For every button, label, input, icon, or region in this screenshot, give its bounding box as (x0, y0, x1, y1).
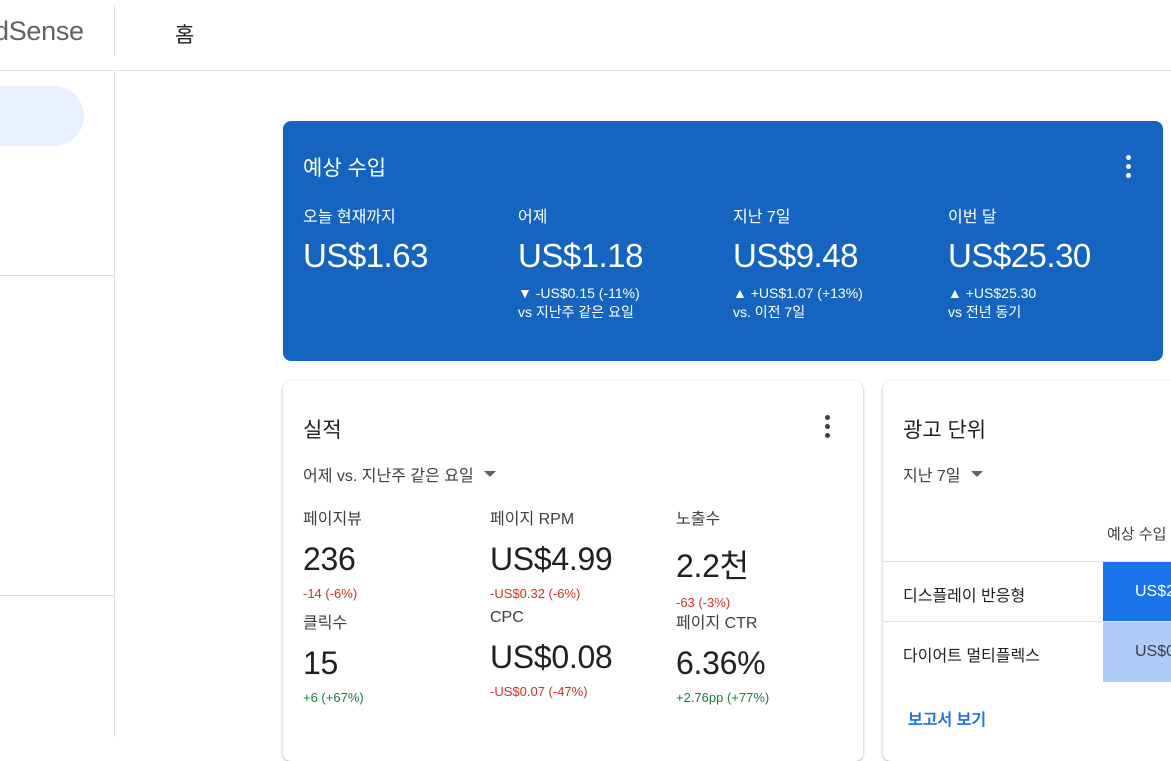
metric-cpc[interactable]: CPC US$0.08 -US$0.07 (-47%) (490, 609, 670, 699)
metric-impressions[interactable]: 노출수 2.2천 -63 (-3%) (676, 505, 856, 610)
metric-label: 이번 달 (948, 209, 997, 226)
metric-label: 어제 (518, 209, 548, 226)
sidebar-divider (0, 275, 114, 276)
performance-card: 실적 어제 vs. 지난주 같은 요일 페이지뷰 236 -14 (-6%) 페… (283, 381, 863, 761)
sidebar-item-home-active[interactable] (0, 86, 84, 146)
metric-value: US$25.30 (948, 237, 1091, 274)
metric-today[interactable]: 오늘 현재까지 US$1.63 (303, 203, 503, 284)
metric-value: 6.36% (676, 645, 766, 681)
metric-value: US$4.99 (490, 541, 613, 577)
arrow-drop-down-icon (483, 471, 496, 477)
metric-change: ▼ -US$0.15 (-11%) (518, 285, 640, 301)
more-vert-icon (824, 414, 830, 420)
metric-label: 페이지 RPM (490, 511, 575, 528)
metric-value: 15 (303, 645, 338, 681)
metric-change: +6 (+67%) (303, 690, 364, 705)
card-title: 광고 단위 (903, 419, 987, 442)
metric-value: US$9.48 (733, 237, 858, 274)
top-app-bar: dSense 홈 (0, 0, 1171, 71)
sidebar (0, 71, 115, 737)
metric-page-views[interactable]: 페이지뷰 236 -14 (-6%) (303, 505, 483, 601)
estimated-earnings-card: 예상 수입 오늘 현재까지 US$1.63 어제 US$1.18 ▼ -US$0… (283, 121, 1163, 361)
metric-compare: vs 지난주 같은 요일 (518, 304, 634, 320)
ad-unit-name: 디스플레이 반응형 (903, 588, 1026, 605)
metric-change: -14 (-6%) (303, 586, 358, 601)
metric-change: ▲ +US$1.07 (+13%) (733, 285, 863, 301)
metric-this-month[interactable]: 이번 달 US$25.30 ▲ +US$25.30 vs 전년 동기 (948, 203, 1148, 322)
sidebar-divider (0, 595, 114, 596)
metric-change: ▲ +US$25.30 (948, 285, 1037, 301)
table-row[interactable]: 디스플레이 반응형 US$2 (883, 561, 1171, 622)
metric-change: -US$0.32 (-6%) (490, 586, 581, 601)
more-vert-icon (1125, 154, 1131, 160)
metric-change: +2.76pp (+77%) (676, 690, 770, 705)
metric-clicks[interactable]: 클릭수 15 +6 (+67%) (303, 609, 483, 705)
metric-change: -US$0.07 (-47%) (490, 684, 588, 699)
arrow-drop-down-icon (970, 471, 983, 477)
metric-page-ctr[interactable]: 페이지 CTR 6.36% +2.76pp (+77%) (676, 609, 856, 705)
metric-label: 클릭수 (303, 615, 348, 632)
metric-label: 페이지 CTR (676, 615, 758, 632)
metric-value: US$1.63 (303, 237, 428, 274)
metric-compare: vs. 이전 7일 (733, 304, 806, 320)
metric-label: 오늘 현재까지 (303, 209, 396, 226)
metric-page-rpm[interactable]: 페이지 RPM US$4.99 -US$0.32 (-6%) (490, 505, 670, 601)
view-report-link[interactable]: 보고서 보기 (908, 706, 986, 730)
metric-change: -63 (-3%) (676, 595, 731, 610)
ad-unit-earnings: US$2 (1103, 562, 1171, 622)
metric-value: 236 (303, 541, 356, 577)
ad-unit-name: 다이어트 멀티플렉스 (903, 648, 1040, 665)
ad-unit-earnings: US$0 (1103, 622, 1171, 682)
dropdown-label: 어제 vs. 지난주 같은 요일 (303, 468, 474, 485)
period-dropdown[interactable]: 어제 vs. 지난주 같은 요일 (303, 462, 496, 486)
topbar-divider (114, 6, 115, 56)
metric-label: CPC (490, 609, 524, 626)
metric-label: 노출수 (676, 511, 721, 528)
adsense-logo[interactable]: dSense (0, 16, 84, 47)
more-options-button[interactable] (1116, 152, 1140, 180)
period-dropdown[interactable]: 지난 7일 (903, 462, 983, 486)
metric-yesterday[interactable]: 어제 US$1.18 ▼ -US$0.15 (-11%) vs 지난주 같은 요… (518, 203, 718, 322)
metric-value: 2.2천 (676, 548, 749, 584)
dropdown-label: 지난 7일 (903, 468, 961, 485)
page-title: 홈 (175, 24, 195, 47)
metric-last-7-days[interactable]: 지난 7일 US$9.48 ▲ +US$1.07 (+13%) vs. 이전 7… (733, 203, 933, 322)
card-title: 예상 수입 (303, 157, 387, 180)
ad-units-card: 광고 단위 지난 7일 예상 수입 디스플레이 반응형 US$2 다이어트 멀티… (883, 381, 1171, 761)
column-header-estimated-earnings[interactable]: 예상 수입 (1107, 523, 1166, 544)
metric-compare: vs 전년 동기 (948, 304, 1022, 320)
more-options-button[interactable] (815, 412, 839, 440)
metric-label: 페이지뷰 (303, 511, 362, 528)
metric-value: US$1.18 (518, 237, 643, 274)
metric-label: 지난 7일 (733, 209, 791, 226)
card-title: 실적 (303, 419, 342, 442)
metric-value: US$0.08 (490, 639, 613, 675)
table-row[interactable]: 다이어트 멀티플렉스 US$0 (883, 621, 1171, 682)
